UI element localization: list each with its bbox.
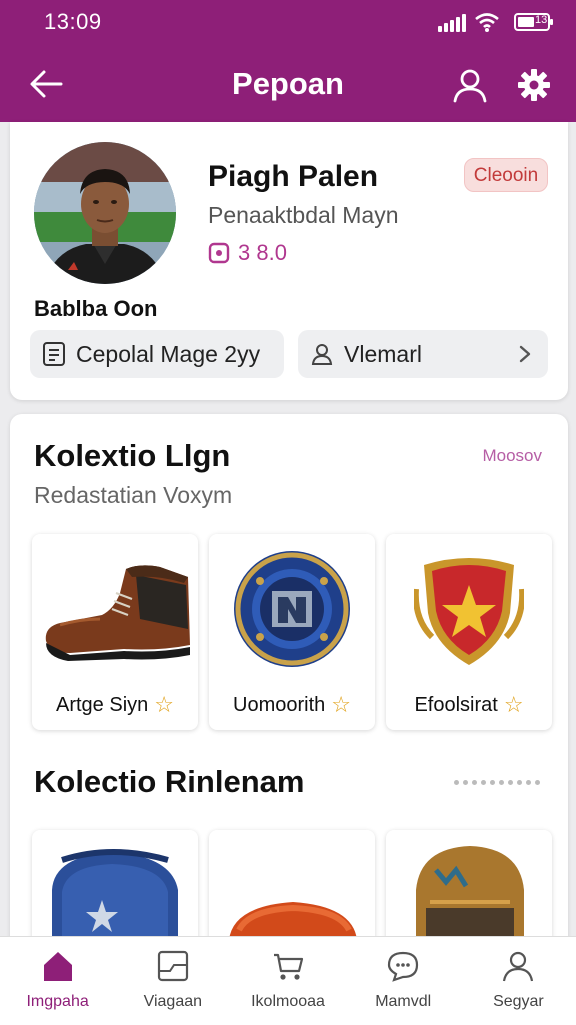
- battery-level: 13: [535, 14, 548, 26]
- star-icon[interactable]: ☆: [154, 692, 174, 718]
- collection-item[interactable]: Uomoorith ☆: [209, 534, 375, 730]
- collection-item[interactable]: Artge Siyn ☆: [32, 534, 198, 730]
- player-team: Penaaktbdal Mayn: [208, 202, 399, 228]
- nav-item-home[interactable]: Imgpaha: [0, 937, 115, 1025]
- player-photo: [34, 142, 176, 284]
- user-icon: [453, 69, 487, 103]
- nav-label: Mamvdl: [375, 993, 432, 1010]
- player-score: 3 8.0: [208, 240, 287, 266]
- settings-button[interactable]: [514, 64, 554, 106]
- item-label: Artge Siyn: [56, 693, 149, 716]
- star-icon[interactable]: ☆: [504, 692, 524, 718]
- collection-item[interactable]: Efoolsirat ☆: [386, 534, 552, 730]
- status-bar: 13:09 13: [0, 0, 576, 44]
- nav-item-chat[interactable]: Mamvdl: [346, 937, 461, 1025]
- nav-item-shop[interactable]: Ikolmooaa: [230, 937, 345, 1025]
- wifi-icon: [475, 13, 499, 32]
- collection-item[interactable]: [32, 830, 198, 940]
- nav-label: Imgpaha: [26, 993, 89, 1010]
- section1-more-link[interactable]: Moosov: [482, 446, 542, 466]
- medal-icon: [217, 544, 367, 674]
- nav-label: Viagaan: [143, 993, 203, 1010]
- profile-card: Piagh Palen Penaaktbdal Mayn 3 8.0 Cleoo…: [10, 122, 568, 400]
- chevron-right-icon: [519, 345, 531, 363]
- shield-icon: [394, 544, 544, 674]
- nav-label: Segyar: [493, 993, 544, 1010]
- battery-icon: 13: [514, 13, 553, 31]
- status-time: 13:09: [44, 9, 102, 34]
- profile-action-right[interactable]: Vlemarl: [298, 330, 548, 378]
- home-icon: [0, 949, 115, 983]
- status-icons: 13: [438, 10, 553, 34]
- collection-item[interactable]: [209, 830, 375, 940]
- signal-icon: [438, 12, 466, 32]
- profile-button[interactable]: [448, 64, 492, 106]
- item-label: Efoolsirat: [414, 693, 498, 716]
- item-label: Uomoorith: [233, 693, 326, 716]
- score-value: 3 8.0: [238, 240, 287, 265]
- nav-row: Pepoan: [0, 52, 576, 116]
- backpack-icon: [52, 849, 178, 940]
- nav-item-cards[interactable]: Viagaan: [115, 937, 230, 1025]
- profile-action-left[interactable]: Cepolal Mage 2yy: [30, 330, 284, 378]
- boot-icon: [40, 544, 190, 674]
- nav-label: Ikolmooaa: [251, 993, 325, 1010]
- section1-subtitle: Redastatian Voxym: [34, 482, 233, 508]
- collection-item[interactable]: [386, 830, 552, 940]
- player-handle: Bablba Oon: [34, 296, 158, 321]
- section1-title: Kolextio Llgn: [34, 438, 231, 473]
- bottom-nav: Imgpaha Viagaan Ikolmooaa Mamvdl Segyar: [0, 936, 576, 1025]
- section2-title: Kolectio Rinlenam: [34, 764, 305, 799]
- gear-icon: [518, 69, 550, 101]
- status-badge[interactable]: Cleooin: [464, 158, 548, 192]
- cap-icon: [229, 902, 357, 940]
- nav-item-profile[interactable]: Segyar: [461, 937, 576, 1025]
- person-icon: [310, 342, 334, 366]
- more-dots-icon[interactable]: [454, 780, 540, 785]
- card-icon: [115, 949, 230, 983]
- person-icon: [461, 949, 576, 983]
- profile-action-right-label: Vlemarl: [344, 340, 422, 367]
- record-icon: [208, 242, 230, 264]
- app-header: 13:09 13 Pepoan: [0, 0, 576, 122]
- profile-action-left-label: Cepolal Mage 2yy: [76, 340, 261, 367]
- star-icon[interactable]: ☆: [331, 692, 351, 718]
- chat-icon: [346, 949, 461, 983]
- helmet-icon: [416, 846, 524, 940]
- document-icon: [42, 341, 66, 367]
- player-name: Piagh Palen: [208, 160, 379, 193]
- cart-icon: [230, 949, 345, 983]
- avatar[interactable]: [34, 142, 176, 284]
- collections-card: Kolextio Llgn Redastatian Voxym Moosov A…: [10, 414, 568, 1024]
